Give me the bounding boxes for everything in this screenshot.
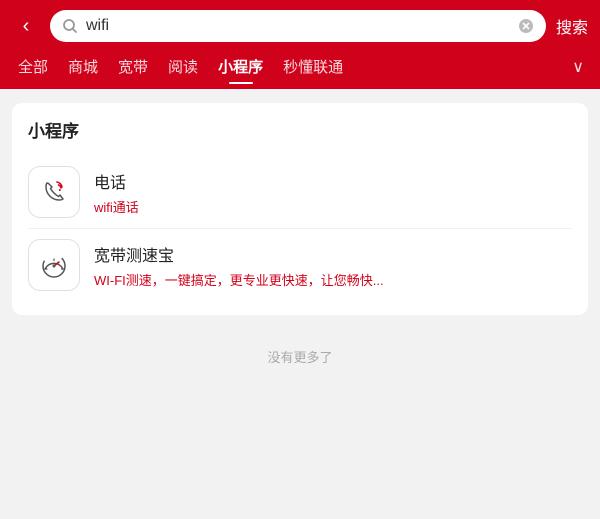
item-icon-speedtest <box>28 239 80 291</box>
clear-icon[interactable] <box>518 18 534 34</box>
section-title: 小程序 <box>28 117 572 142</box>
list-item[interactable]: 电话 wifi通话 <box>28 156 572 228</box>
item-text-speedtest: 宽带测速宝 WI-FI测速，一键搞定，更专业更快速，让您畅快... <box>94 242 384 289</box>
item-subtitle-phone: wifi通话 <box>94 197 139 216</box>
content-area: 小程序 电话 wifi通话 <box>0 89 600 388</box>
item-text-phone: 电话 wifi通话 <box>94 169 139 216</box>
back-button[interactable]: ‹ <box>12 12 40 40</box>
tab-mall[interactable]: 商城 <box>58 52 108 81</box>
tab-reading[interactable]: 阅读 <box>158 52 208 81</box>
item-title-speedtest: 宽带测速宝 <box>94 242 384 266</box>
tab-miniprogram[interactable]: 小程序 <box>208 52 273 81</box>
tab-broadband[interactable]: 宽带 <box>108 52 158 81</box>
tab-understand[interactable]: 秒懂联通 <box>273 52 353 81</box>
search-button[interactable]: 搜索 <box>556 14 588 38</box>
tab-all[interactable]: 全部 <box>8 52 58 81</box>
section-card: 小程序 电话 wifi通话 <box>12 103 588 315</box>
search-input[interactable] <box>86 17 510 35</box>
item-title-phone: 电话 <box>94 169 139 193</box>
nav-tabs: 全部 商城 宽带 阅读 小程序 秒懂联通 ∨ <box>0 52 600 89</box>
item-subtitle-speedtest: WI-FI测速，一键搞定，更专业更快速，让您畅快... <box>94 270 384 289</box>
search-icon <box>62 18 78 34</box>
nav-more-icon[interactable]: ∨ <box>564 53 592 81</box>
item-icon-phone <box>28 166 80 218</box>
no-more-text: 没有更多了 <box>12 329 588 374</box>
header: ‹ 搜索 <box>0 0 600 52</box>
list-item[interactable]: 宽带测速宝 WI-FI测速，一键搞定，更专业更快速，让您畅快... <box>28 228 572 301</box>
search-bar <box>50 10 546 42</box>
